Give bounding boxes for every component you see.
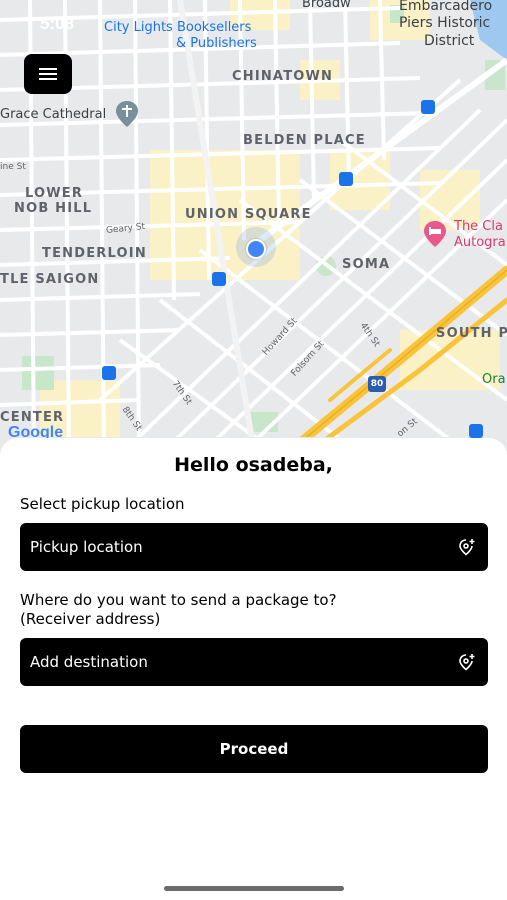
destination-label: Where do you want to send a package to? bbox=[20, 591, 337, 609]
poi-the-clay-label[interactable]: The Cla bbox=[454, 219, 503, 235]
greeting-title: Hello osadeba, bbox=[174, 454, 333, 476]
poi-broadway-label: Broadw bbox=[302, 0, 351, 11]
district-chinatown: CHINATOWN bbox=[232, 69, 334, 84]
district-center: CENTER bbox=[0, 410, 65, 425]
home-indicator[interactable] bbox=[164, 886, 344, 891]
transit-station-icon[interactable] bbox=[339, 172, 353, 186]
district-south-park: SOUTH P bbox=[436, 326, 507, 341]
poi-embarcadero-label[interactable]: Embarcadero bbox=[399, 0, 492, 14]
district-lower: LOWER bbox=[25, 186, 84, 201]
transit-station-icon[interactable] bbox=[102, 366, 116, 380]
district-tenderloin: TENDERLOIN bbox=[42, 246, 147, 261]
district-belden-place: BELDEN PLACE bbox=[243, 133, 366, 148]
hotel-pin-icon[interactable] bbox=[424, 221, 446, 247]
poi-embarcadero-label-2[interactable]: Piers Historic bbox=[399, 15, 490, 31]
current-location-dot-icon bbox=[246, 239, 266, 259]
transit-station-icon[interactable] bbox=[421, 100, 435, 114]
map-view[interactable]: Broadw City Lights Booksellers & Publish… bbox=[0, 0, 507, 455]
pickup-label: Select pickup location bbox=[20, 495, 185, 513]
bottom-sheet: Hello osadeba, Select pickup location Pi… bbox=[0, 438, 507, 900]
hamburger-menu-icon bbox=[39, 65, 57, 83]
district-union-square: UNION SQUARE bbox=[185, 207, 312, 222]
pickup-location-field[interactable]: Pickup location bbox=[20, 523, 488, 571]
destination-field-text: Add destination bbox=[30, 653, 148, 671]
transit-station-icon[interactable] bbox=[469, 424, 483, 438]
destination-sublabel: (Receiver address) bbox=[20, 610, 161, 628]
destination-field[interactable]: Add destination bbox=[20, 638, 488, 686]
poi-embarcadero-label-3[interactable]: District bbox=[424, 33, 474, 49]
transit-station-icon[interactable] bbox=[212, 272, 226, 286]
pickup-field-text: Pickup location bbox=[30, 538, 143, 556]
proceed-button[interactable]: Proceed bbox=[20, 725, 488, 773]
street-pine: ine St bbox=[0, 162, 26, 172]
poi-city-lights-label-2[interactable]: & Publishers bbox=[176, 36, 257, 52]
status-time: 5:08 bbox=[40, 14, 75, 33]
district-nob-hill: NOB HILL bbox=[14, 201, 93, 216]
poi-the-clay-label-2[interactable]: Autogra bbox=[454, 235, 506, 251]
add-location-icon[interactable] bbox=[456, 651, 478, 673]
poi-city-lights-label[interactable]: City Lights Booksellers bbox=[104, 20, 251, 36]
church-pin-icon[interactable] bbox=[116, 101, 138, 127]
poi-grace-cathedral-label[interactable]: Grace Cathedral bbox=[0, 107, 106, 122]
district-little-saigon: TLE SAIGON bbox=[0, 272, 100, 287]
add-location-icon[interactable] bbox=[456, 536, 478, 558]
menu-button[interactable] bbox=[24, 54, 72, 94]
poi-ora-label: Ora bbox=[482, 372, 506, 387]
interstate-shield-icon: 80 bbox=[368, 376, 386, 392]
district-soma: SOMA bbox=[342, 257, 391, 272]
